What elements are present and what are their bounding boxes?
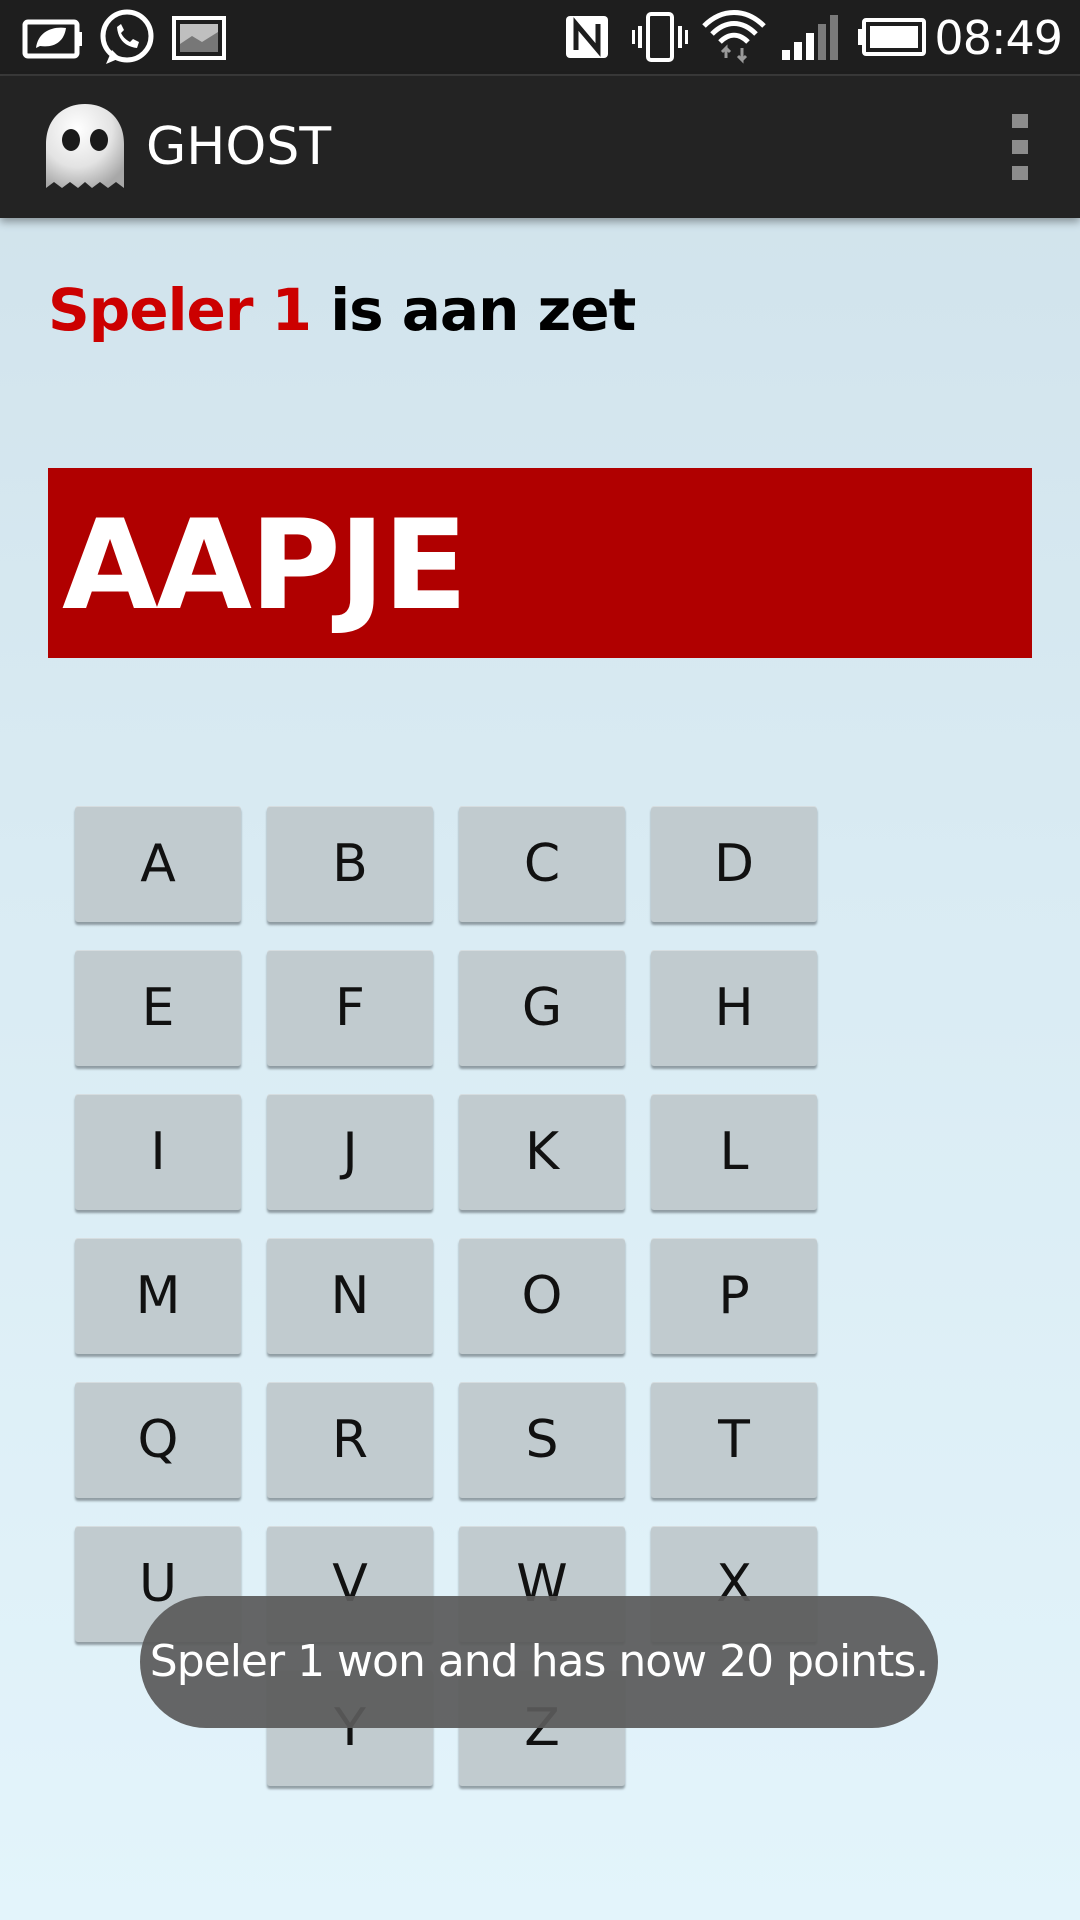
letter-key-c[interactable]: C xyxy=(459,806,625,922)
status-time: 08:49 xyxy=(934,11,1063,65)
ghost-logo-icon[interactable] xyxy=(40,100,130,192)
letter-key-d[interactable]: D xyxy=(651,806,817,922)
letter-key-j[interactable]: J xyxy=(267,1094,433,1210)
letter-key-o[interactable]: O xyxy=(459,1238,625,1354)
overflow-menu-icon[interactable] xyxy=(1000,112,1040,182)
battery-saver-icon xyxy=(22,19,82,59)
letter-key-h[interactable]: H xyxy=(651,950,817,1066)
battery-icon xyxy=(858,18,926,56)
nfc-icon xyxy=(566,16,608,58)
turn-suffix: is aan zet xyxy=(311,276,636,344)
letter-key-n[interactable]: N xyxy=(267,1238,433,1354)
letter-key-l[interactable]: L xyxy=(651,1094,817,1210)
whatsapp-icon xyxy=(100,9,154,64)
toast-message: Speler 1 won and has now 20 points. xyxy=(140,1596,938,1728)
gallery-icon xyxy=(172,16,226,60)
letter-key-e[interactable]: E xyxy=(75,950,241,1066)
letter-key-a[interactable]: A xyxy=(75,806,241,922)
signal-icon xyxy=(782,15,838,60)
vibrate-icon xyxy=(632,12,688,62)
letter-key-b[interactable]: B xyxy=(267,806,433,922)
letter-key-s[interactable]: S xyxy=(459,1382,625,1498)
letter-key-f[interactable]: F xyxy=(267,950,433,1066)
status-bar: 08:49 xyxy=(0,0,1080,76)
wifi-icon xyxy=(702,10,766,64)
letter-key-q[interactable]: Q xyxy=(75,1382,241,1498)
letter-key-m[interactable]: M xyxy=(75,1238,241,1354)
letter-key-t[interactable]: T xyxy=(651,1382,817,1498)
turn-indicator: Speler 1 is aan zet xyxy=(48,270,636,350)
current-word-banner: AAPJE xyxy=(48,468,1032,658)
letter-key-p[interactable]: P xyxy=(651,1238,817,1354)
letter-key-i[interactable]: I xyxy=(75,1094,241,1210)
current-word: AAPJE xyxy=(62,494,468,638)
letter-key-k[interactable]: K xyxy=(459,1094,625,1210)
letter-key-r[interactable]: R xyxy=(267,1382,433,1498)
app-title: GHOST xyxy=(146,117,332,177)
letter-key-g[interactable]: G xyxy=(459,950,625,1066)
action-bar: GHOST xyxy=(0,76,1080,218)
current-player-name: Speler 1 xyxy=(48,276,312,344)
